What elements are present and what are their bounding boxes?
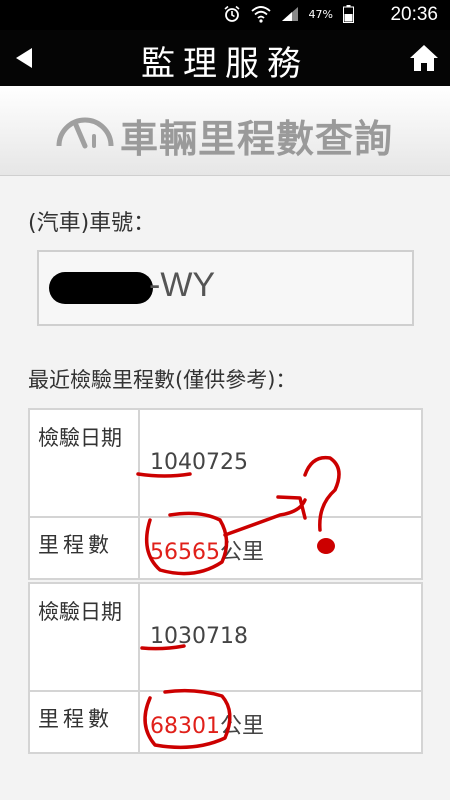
plate-redaction: [49, 272, 153, 304]
inspection-date-label: 檢驗日期: [30, 410, 140, 516]
battery-icon: [343, 5, 354, 23]
clock: 20:36: [390, 4, 438, 25]
plate-label: (汽車)車號：: [28, 211, 156, 236]
home-button[interactable]: [406, 40, 442, 76]
mileage-value: 68301公里: [142, 692, 421, 752]
app-header: 監理服務: [0, 30, 450, 86]
wifi-icon: [250, 6, 271, 23]
mileage-label: 里程數: [30, 518, 140, 578]
page-banner: 車輛里程數查詢: [0, 86, 450, 176]
inspection-date-row: 檢驗日期 1040725: [30, 410, 421, 518]
plate-number: -WY: [149, 266, 216, 304]
mileage-label: 里程數: [30, 692, 140, 752]
inspection-date-value: 1040725: [150, 450, 248, 475]
signal-icon: [281, 7, 298, 21]
mileage-number: 68301: [150, 714, 220, 739]
plate-box: -WY: [37, 250, 414, 326]
mileage-row: 里程數 68301公里: [30, 692, 421, 752]
inspection-record: 檢驗日期 1030718 里程數 68301公里: [28, 582, 423, 754]
gauge-icon: [56, 117, 114, 149]
battery-percent: 47%: [308, 7, 333, 21]
status-bar: 47% 20:36: [0, 0, 450, 30]
home-icon: [410, 45, 438, 71]
status-icons: 47%: [223, 5, 354, 23]
inspection-date-row: 檢驗日期 1030718: [30, 584, 421, 692]
banner-title: 車輛里程數查詢: [120, 117, 394, 161]
mileage-value: 56565公里: [142, 518, 421, 578]
inspection-date-value: 1030718: [150, 624, 248, 649]
mileage-unit: 公里: [220, 714, 265, 739]
inspection-date-label: 檢驗日期: [30, 584, 140, 690]
mileage-number: 56565: [150, 540, 220, 565]
alarm-icon: [224, 5, 240, 22]
mileage-unit: 公里: [220, 540, 265, 565]
mileage-row: 里程數 56565公里: [30, 518, 421, 578]
records-label: 最近檢驗里程數(僅供參考)：: [28, 368, 297, 392]
page-title: 監理服務: [141, 44, 309, 84]
inspection-record: 檢驗日期 1040725 里程數 56565公里: [28, 408, 423, 580]
